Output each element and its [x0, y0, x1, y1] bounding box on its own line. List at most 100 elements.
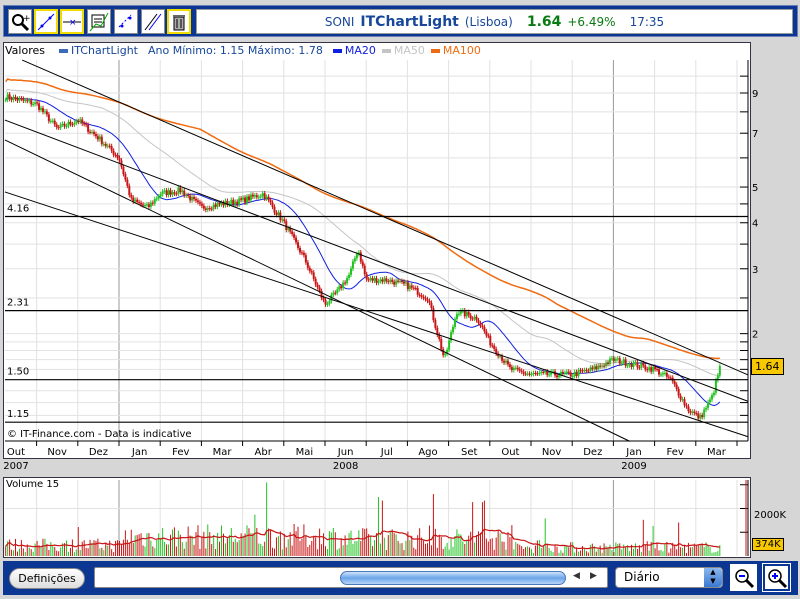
- candle-down: [520, 370, 523, 372]
- volume-chart: [5, 480, 749, 556]
- candle-down: [591, 367, 594, 370]
- candle-down: [118, 157, 121, 161]
- candle-down: [536, 373, 539, 375]
- candle-down: [263, 193, 266, 199]
- legend-ma20: MA20: [344, 44, 376, 57]
- candle-down: [179, 187, 182, 193]
- volume-current-label: 374K: [752, 538, 784, 551]
- candle-down: [22, 98, 25, 101]
- candle-down: [8, 94, 11, 99]
- candle-up: [634, 362, 637, 364]
- candle-up: [377, 281, 380, 283]
- candle-down: [218, 203, 221, 205]
- candle-down: [463, 310, 466, 317]
- year-label: 2009: [621, 461, 646, 470]
- candle-up: [355, 254, 358, 259]
- candle-down: [375, 278, 378, 283]
- candle-down: [136, 199, 139, 203]
- candle-up: [242, 197, 245, 200]
- candle-up: [351, 261, 354, 269]
- candle-down: [306, 262, 309, 268]
- scrollbar-thumb[interactable]: [340, 571, 566, 585]
- candle-down: [485, 331, 488, 336]
- candle-down: [697, 413, 700, 419]
- price-chart[interactable]: 2 3 4 5 7 9 Out Nov Dez Jan Fev Mar Abr Mai Jun Jul Ago S…: [0, 0, 800, 470]
- candle-down: [642, 363, 645, 366]
- candle-down: [542, 371, 545, 373]
- period-select[interactable]: Diário ▲ ▼: [615, 567, 723, 588]
- candle-down: [581, 370, 584, 372]
- settings-button[interactable]: Definições: [9, 568, 85, 589]
- legend-ma50: MA50: [393, 44, 425, 57]
- x-tick-label: Nov: [542, 447, 562, 458]
- candle-down: [646, 369, 649, 371]
- candle-up: [261, 193, 264, 197]
- candle-up: [530, 374, 533, 376]
- candle-down: [112, 150, 115, 155]
- candle-up: [473, 316, 476, 319]
- x-tick-label: Jan: [131, 447, 147, 458]
- candle-down: [81, 119, 84, 124]
- candle-up: [452, 326, 455, 333]
- candle-down: [416, 288, 419, 295]
- x-tick-label: Ago: [418, 447, 437, 458]
- candle-up: [246, 196, 249, 203]
- candle-up: [145, 204, 148, 206]
- candle-down: [534, 373, 537, 375]
- candle-up: [710, 395, 713, 400]
- candle-up: [18, 98, 21, 101]
- candle-down: [297, 242, 300, 248]
- candle-up: [79, 119, 82, 122]
- candle-down: [359, 252, 362, 262]
- candle-up: [67, 121, 70, 126]
- candle-up: [349, 268, 352, 275]
- zoom-out-button[interactable]: [730, 564, 757, 591]
- y-tick-label: 4: [752, 219, 758, 230]
- candle-down: [110, 146, 113, 151]
- candle-down: [656, 369, 659, 371]
- candle-down: [128, 185, 131, 196]
- candle-down: [518, 369, 521, 371]
- candle-up: [153, 199, 156, 204]
- candle-down: [695, 413, 698, 415]
- x-tick-label: Fev: [172, 447, 189, 458]
- candle-up: [455, 314, 458, 320]
- candle-down: [214, 204, 217, 207]
- candle-down: [312, 272, 315, 279]
- candle-down: [687, 406, 690, 412]
- year-label: 2008: [333, 461, 358, 470]
- scroll-right-icon[interactable]: ▶: [590, 571, 597, 581]
- candle-down: [55, 124, 58, 128]
- candle-down: [232, 199, 235, 205]
- candle-up: [353, 258, 356, 262]
- candle-down: [675, 384, 678, 389]
- time-scrollbar[interactable]: ◀ ▶: [94, 567, 608, 588]
- candle-down: [630, 364, 633, 367]
- candle-up: [49, 120, 52, 122]
- candle-down: [420, 295, 423, 297]
- candle-up: [526, 373, 529, 375]
- candle-down: [650, 367, 653, 372]
- scroll-left-icon[interactable]: ◀: [573, 571, 580, 581]
- candle-down: [410, 285, 413, 288]
- candle-up: [714, 380, 717, 393]
- zoom-in-button[interactable]: [762, 563, 791, 592]
- candle-up: [159, 194, 162, 197]
- candle-down: [334, 292, 337, 294]
- y-tick-label: 2: [752, 330, 758, 341]
- candle-down: [469, 315, 472, 319]
- candle-up: [230, 199, 233, 204]
- candle-down: [92, 131, 95, 134]
- candle-down: [87, 124, 90, 132]
- candle-up: [332, 292, 335, 295]
- candle-up: [616, 358, 619, 360]
- candle-down: [365, 274, 368, 280]
- candle-up: [61, 123, 64, 125]
- candle-down: [363, 265, 366, 275]
- candle-up: [143, 205, 146, 207]
- candle-up: [395, 280, 398, 285]
- candle-up: [59, 124, 62, 128]
- candle-down: [673, 381, 676, 385]
- candle-up: [514, 367, 517, 369]
- candle-down: [71, 124, 74, 126]
